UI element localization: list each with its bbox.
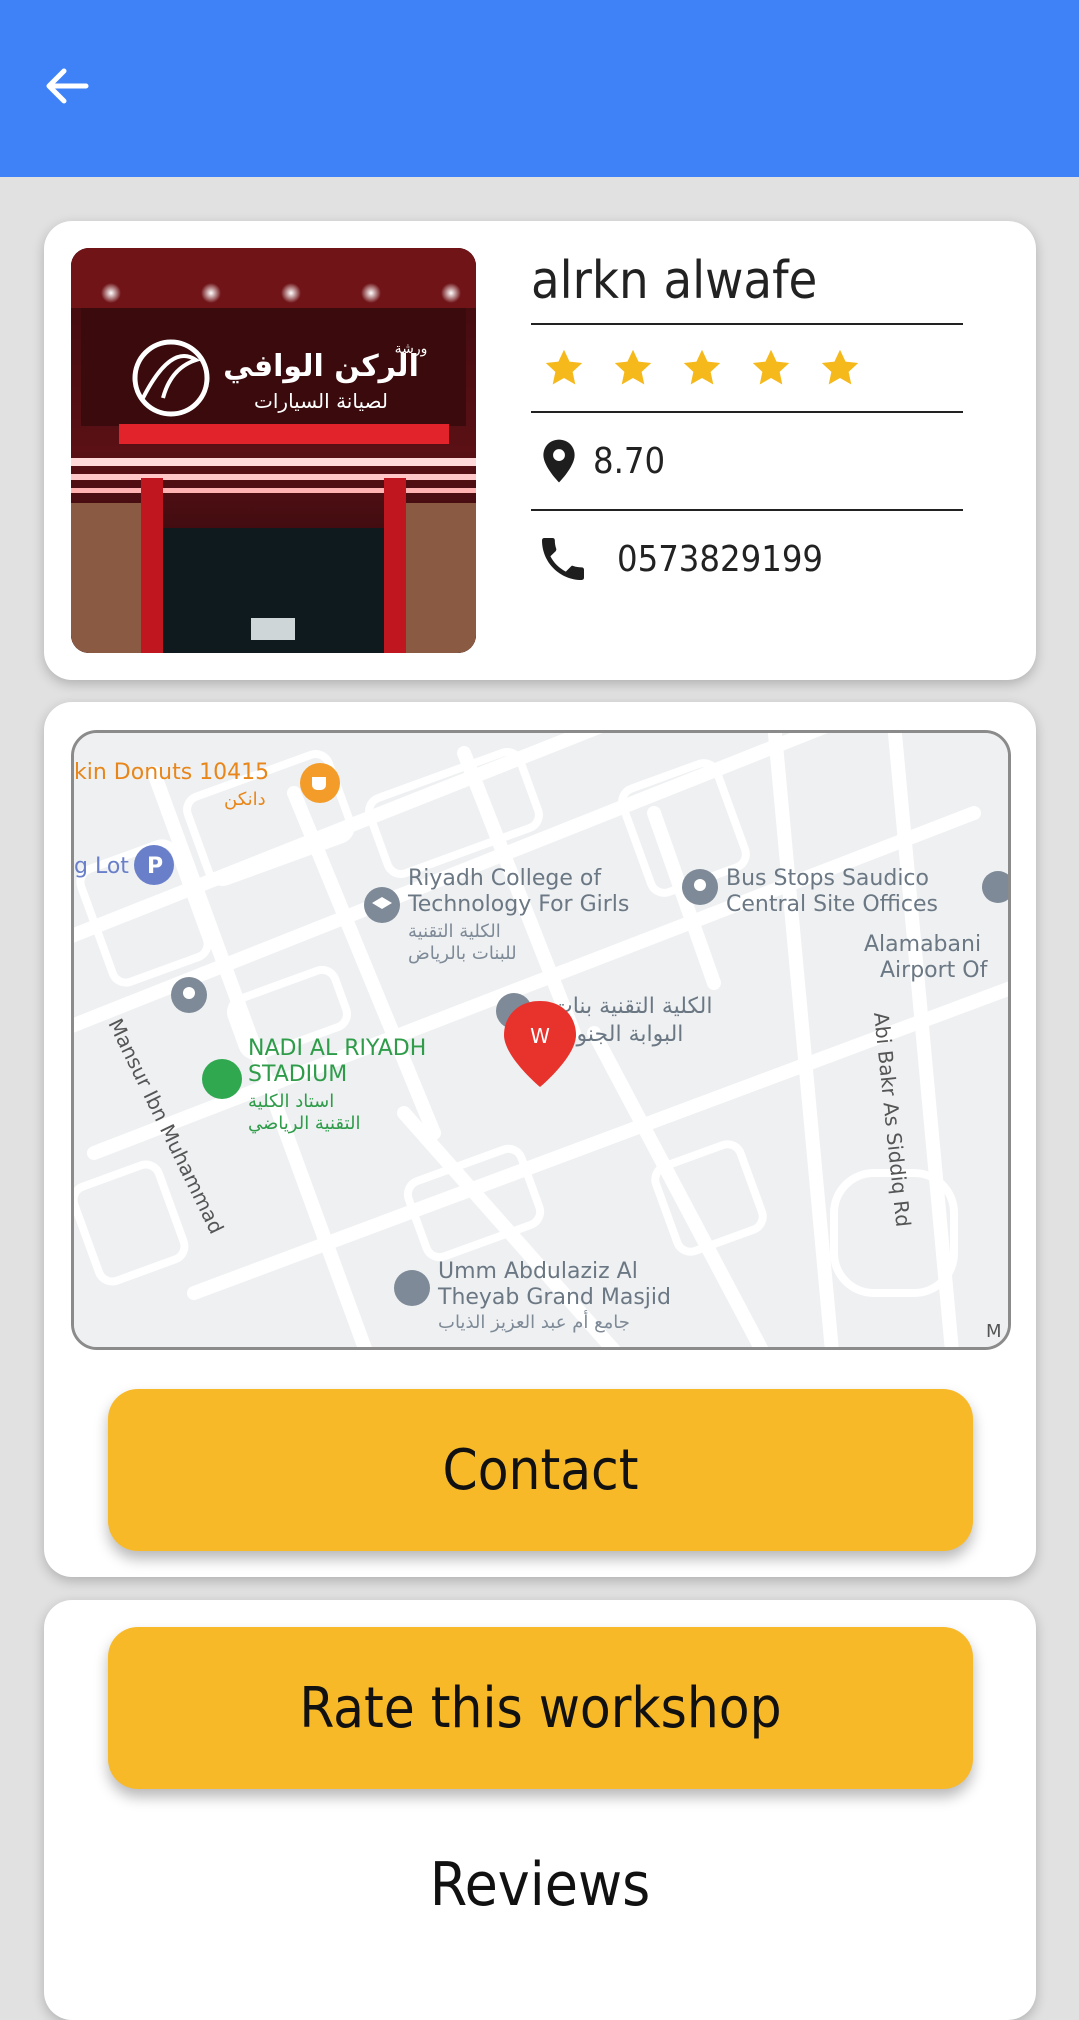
map-label-masjid-1: Umm Abdulaziz Al	[438, 1259, 638, 1284]
map-label-bus-1: Bus Stops Saudico	[726, 866, 929, 891]
map-label-bus-2: Central Site Offices	[726, 892, 938, 917]
star-icon	[752, 349, 790, 385]
workshop-photo: الركن الوافي لصيانة السيارات ورشة	[71, 248, 476, 653]
sign-title: الركن الوافي	[223, 349, 419, 384]
map-label-airport-1: Alamabani	[864, 932, 981, 957]
location-map[interactable]: kin Donuts 10415 دانكن P g Lot Riyadh Co…	[71, 730, 1011, 1350]
workshop-info-card: الركن الوافي لصيانة السيارات ورشة alrkn …	[44, 221, 1036, 680]
map-label-donuts-ar: دانكن	[224, 789, 266, 810]
rating-stars	[531, 325, 963, 411]
map-label-college-ar-2: للبنات بالرياض	[408, 943, 517, 964]
map-label-donuts: kin Donuts 10415	[74, 760, 269, 785]
map-label-stadium-ar-2: التقنية الرياضي	[248, 1113, 360, 1134]
map-label-college-1: Riyadh College of	[408, 866, 602, 891]
phone-icon	[542, 538, 584, 580]
map-label-masjid-2: Theyab Grand Masjid	[437, 1285, 671, 1310]
map-label-stadium-1: NADI AL RIYADH	[248, 1036, 426, 1061]
contact-button[interactable]: Contact	[108, 1389, 973, 1551]
sign-subtitle: لصيانة السيارات	[254, 389, 388, 413]
location-card: kin Donuts 10415 دانكن P g Lot Riyadh Co…	[44, 702, 1036, 1577]
map-label-stadium-ar-1: استاد الكلية	[248, 1091, 334, 1112]
phone-number[interactable]: 0573829199	[617, 539, 823, 580]
map-label-airport-2: Airport Of	[880, 958, 989, 983]
distance-value: 8.70	[593, 440, 666, 482]
back-arrow-icon[interactable]	[40, 60, 92, 112]
distance-row: 8.70	[531, 413, 963, 509]
map-label-stadium-2: STADIUM	[248, 1062, 347, 1087]
star-icon	[545, 349, 583, 385]
mosque-icon[interactable]	[394, 1270, 430, 1306]
location-pin-icon	[543, 439, 575, 483]
map-label-corner: M	[986, 1321, 1002, 1342]
workshop-name: alrkn alwafe	[531, 251, 818, 311]
rate-workshop-button[interactable]: Rate this workshop	[108, 1627, 973, 1789]
svg-text:P: P	[147, 854, 163, 879]
map-label-college-ar-1: الكلية التقنية	[408, 921, 501, 942]
map-label-college-2: Technology For Girls	[407, 892, 629, 917]
reviews-card: Rate this workshop Reviews	[44, 1600, 1036, 2020]
map-label-masjid-ar: جامع أم عبد العزيز الذياب	[438, 1310, 630, 1333]
sign-word: ورشة	[395, 341, 428, 357]
app-bar	[0, 0, 1079, 177]
star-icon	[614, 349, 652, 385]
map-label-lot: g Lot	[74, 854, 129, 879]
star-icon	[683, 349, 721, 385]
star-icon	[821, 349, 859, 385]
stadium-icon[interactable]	[202, 1059, 242, 1099]
workshop-details: alrkn alwafe 8.70 0573829199	[531, 243, 963, 607]
marker-letter: W	[530, 1024, 550, 1048]
reviews-title: Reviews	[429, 1850, 651, 1920]
phone-row[interactable]: 0573829199	[531, 511, 963, 607]
map-label-gate-ar-1: الكلية التقنية بنات	[552, 994, 713, 1019]
